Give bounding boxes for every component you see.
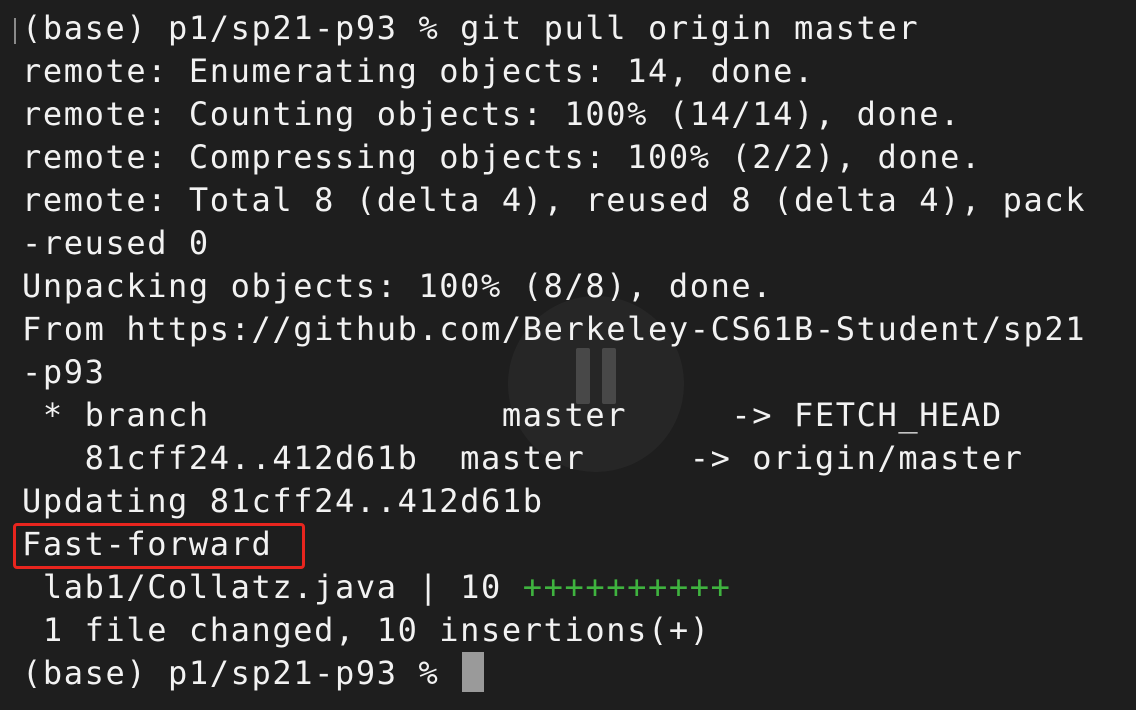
diffstat-file: lab1/Collatz.java | 10 xyxy=(22,568,523,606)
output-line-unpacking: Unpacking objects: 100% (8/8), done. xyxy=(22,267,774,305)
pause-bar-right xyxy=(602,348,616,404)
output-line-compressing: remote: Compressing objects: 100% (2/2),… xyxy=(22,138,982,176)
output-line-enumerating: remote: Enumerating objects: 14, done. xyxy=(22,52,815,90)
output-line-ref-update: 81cff24..412d61b master -> origin/master xyxy=(22,439,1024,477)
output-line-updating: Updating 81cff24..412d61b xyxy=(22,482,544,520)
pause-icon[interactable] xyxy=(508,296,684,472)
command-line: (base) p1/sp21-p93 % git pull origin mas… xyxy=(22,9,920,47)
diffstat-plus-bar: ++++++++++ xyxy=(522,568,732,606)
terminal-window[interactable]: (base) p1/sp21-p93 % git pull origin mas… xyxy=(0,0,1136,710)
window-edge-marker xyxy=(14,18,16,44)
output-line-counting: remote: Counting objects: 100% (14/14), … xyxy=(22,95,961,133)
pause-bar-left xyxy=(576,348,590,404)
output-line-total: remote: Total 8 (delta 4), reused 8 (del… xyxy=(22,181,1087,219)
text-cursor xyxy=(462,652,485,692)
output-line-reused: -reused 0 xyxy=(22,224,210,262)
prompt-line[interactable]: (base) p1/sp21-p93 % xyxy=(22,652,485,695)
output-line-diffstat: lab1/Collatz.java | 10 ++++++++++ xyxy=(22,566,731,609)
prompt-text: (base) p1/sp21-p93 % xyxy=(22,654,461,692)
output-line-summary: 1 file changed, 10 insertions(+) xyxy=(22,611,711,649)
fast-forward-highlight-box xyxy=(13,523,305,569)
output-line-repo-suffix: -p93 xyxy=(22,353,106,391)
